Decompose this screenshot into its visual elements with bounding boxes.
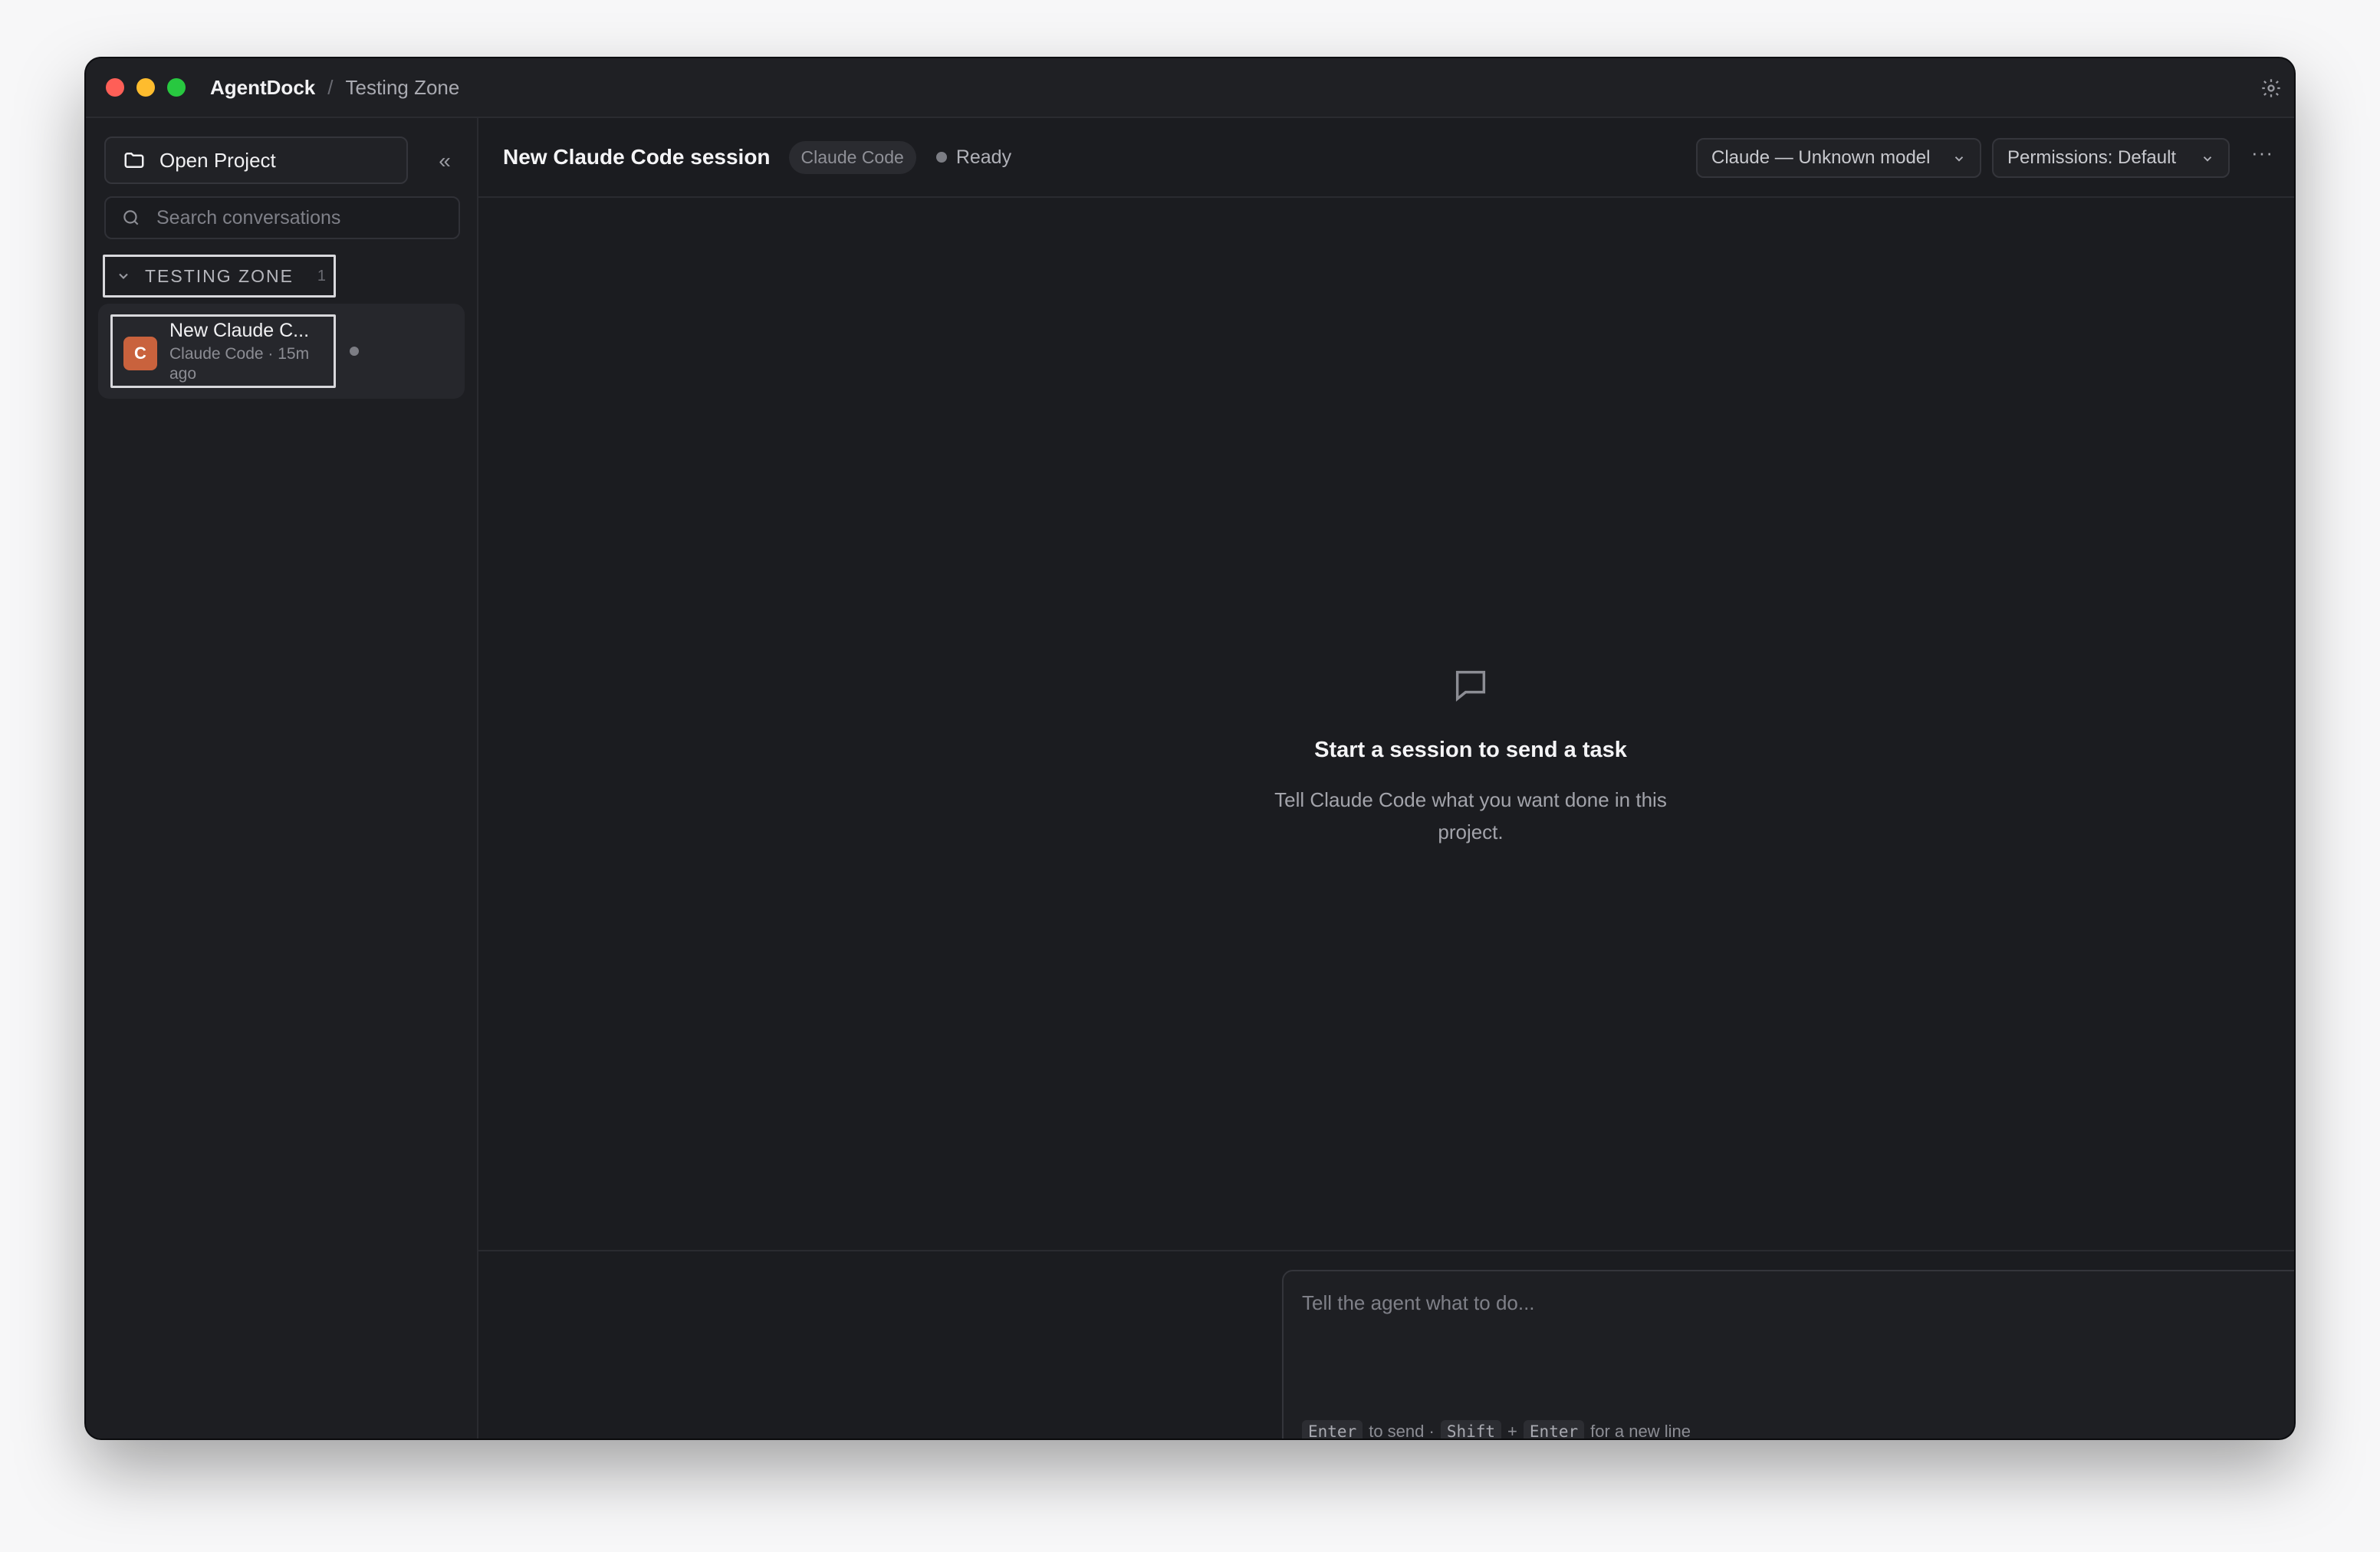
open-project-label: Open Project (159, 148, 276, 172)
conversation-item-content[interactable]: C New Claude C... Claude Code · 15m ago (110, 314, 336, 388)
project-group-count: 1 (317, 267, 326, 284)
status-dot (935, 152, 947, 163)
app-title: AgentDock (210, 75, 316, 99)
title-bar: AgentDock / Testing Zone (86, 58, 2294, 118)
search-box (104, 196, 460, 239)
permissions-select-value: Permissions: Default (2007, 147, 2177, 168)
conversation-title: New Claude C... (169, 320, 310, 341)
conversation-item[interactable]: C New Claude C... Claude Code · 15m ago (98, 304, 465, 399)
hint-plus: + (1507, 1422, 1517, 1439)
model-select[interactable]: Claude — Unknown model (1696, 138, 1981, 178)
search-input[interactable] (156, 206, 448, 229)
search-icon (123, 210, 139, 225)
composer: Enter to send · Shift + Enter for a new … (1282, 1270, 2294, 1439)
model-select-value: Claude — Unknown model (1711, 147, 1931, 168)
collapse-sidebar-button[interactable]: « (429, 146, 460, 176)
folder-icon (124, 153, 144, 168)
key-shift: Shift (1440, 1420, 1502, 1439)
close-window-button[interactable] (106, 78, 124, 97)
session-title: New Claude Code session (503, 145, 771, 169)
project-group-header[interactable]: TESTING ZONE 1 (103, 255, 336, 298)
prompt-input[interactable] (1302, 1291, 2294, 1383)
window-controls (106, 78, 186, 97)
breadcrumb-separator: / (327, 75, 334, 99)
breadcrumb[interactable]: Testing Zone (345, 76, 459, 100)
hint-to-send: to send · (1369, 1422, 1435, 1439)
key-enter-2: Enter (1523, 1420, 1585, 1439)
empty-state-title: Start a session to send a task (1314, 738, 1627, 762)
sidebar: Open Project « TESTING ZONE 1 C New Clau… (86, 118, 478, 1439)
message-square-icon (1455, 670, 1486, 702)
main-panel: New Claude Code session Claude Code Read… (478, 118, 2294, 1439)
composer-hint: Enter to send · Shift + Enter for a new … (1302, 1420, 1697, 1439)
chevron-down-icon (2203, 156, 2212, 162)
status-text: Ready (955, 146, 1012, 168)
open-project-button[interactable]: Open Project (104, 136, 408, 184)
minimize-window-button[interactable] (136, 78, 155, 97)
maximize-window-button[interactable] (167, 78, 186, 97)
more-options-button[interactable]: ··· (2251, 141, 2273, 165)
app-window: AgentDock / Testing Zone Open Project « (86, 58, 2294, 1439)
empty-state-subtitle: Tell Claude Code what you want done in t… (1274, 788, 1667, 843)
avatar: C (123, 337, 157, 370)
project-group-label: TESTING ZONE (145, 265, 294, 286)
conversation-status-dot (350, 347, 359, 356)
agent-badge: Claude Code (788, 140, 916, 174)
hint-new-line: for a new line (1590, 1422, 1691, 1439)
conversation-meta: Claude Code · 15m ago (169, 345, 310, 383)
key-enter: Enter (1302, 1420, 1363, 1439)
chevron-down-icon (1954, 156, 1964, 162)
settings-icon[interactable] (2260, 77, 2282, 99)
chevron-down-icon (119, 273, 128, 279)
session-header: New Claude Code session Claude Code Read… (478, 118, 2294, 198)
permissions-select[interactable]: Permissions: Default (1992, 138, 2230, 178)
